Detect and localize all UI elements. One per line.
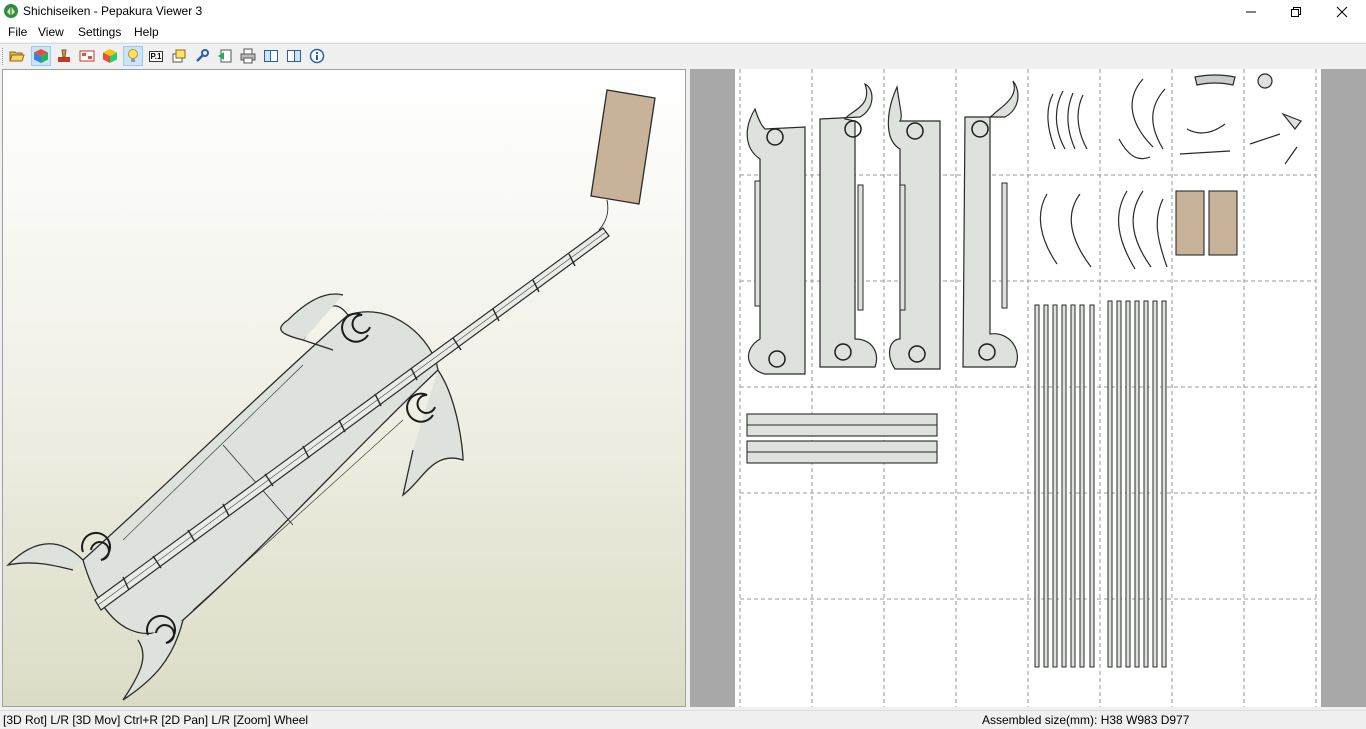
info-button[interactable]: [307, 46, 327, 66]
print-button[interactable]: [238, 46, 258, 66]
minimize-button[interactable]: [1228, 0, 1274, 23]
left-pane-button[interactable]: [261, 46, 281, 66]
toolbar: P.1: [0, 43, 1366, 69]
toolbar-grip[interactable]: [2, 48, 6, 65]
color-cube-button[interactable]: [100, 46, 120, 66]
3d-cube-icon: [34, 49, 48, 63]
3d-view-button[interactable]: [31, 46, 51, 66]
texture-icon: [58, 49, 70, 62]
texture-button[interactable]: [54, 46, 74, 66]
status-bar: [3D Rot] L/R [3D Mov] Ctrl+R [2D Pan] L/…: [0, 710, 1366, 729]
long-strip-parts: [746, 413, 938, 464]
close-icon: [1336, 6, 1348, 17]
flaps-icon: [79, 50, 95, 62]
handle-block-parts: [1175, 190, 1238, 256]
close-button[interactable]: [1319, 0, 1365, 23]
paper-sheet: [735, 69, 1321, 707]
page-number-icon: P.1: [148, 50, 164, 62]
unfold-canvas: [739, 69, 1317, 707]
menu-bar: File View Settings Help: [0, 23, 1366, 42]
menu-help[interactable]: Help: [134, 25, 159, 39]
export-button[interactable]: [215, 46, 235, 66]
color-cube-icon: [103, 49, 117, 63]
sword-handle-3d: [590, 89, 656, 231]
open-folder-icon: [9, 51, 25, 62]
info-icon: [309, 48, 325, 64]
settings-wrench-button[interactable]: [192, 46, 212, 66]
flaps-button[interactable]: [77, 46, 97, 66]
3d-model-canvas[interactable]: [3, 70, 685, 706]
window-title: Shichiseiken - Pepakura Viewer 3: [23, 4, 203, 18]
pepakura-app-icon: [3, 3, 19, 19]
status-assembled-size: Assembled size(mm): H38 W983 D977: [982, 713, 1190, 727]
print-icon: [240, 48, 256, 64]
title-bar: Shichiseiken - Pepakura Viewer 3: [0, 0, 1366, 23]
page-number-button[interactable]: P.1: [146, 46, 166, 66]
cut-lines-icon: [172, 49, 186, 63]
light-bulb-icon: [128, 49, 138, 62]
menu-file[interactable]: File: [8, 25, 27, 39]
lighting-button[interactable]: [123, 46, 143, 66]
menu-view[interactable]: View: [38, 25, 64, 39]
left-pane-icon: [264, 50, 278, 62]
status-controls-hint: [3D Rot] L/R [3D Mov] Ctrl+R [2D Pan] L/…: [3, 713, 309, 727]
export-icon: [218, 49, 232, 63]
right-pane-button[interactable]: [284, 46, 304, 66]
blade-panel-parts: [746, 80, 1019, 375]
sword-spine-3d: [94, 227, 610, 611]
restore-button[interactable]: [1273, 0, 1319, 23]
wrench-icon: [196, 49, 209, 62]
menu-settings[interactable]: Settings: [78, 25, 121, 39]
open-button[interactable]: [7, 46, 27, 66]
small-ornament-parts: [1039, 73, 1302, 270]
cut-lines-button[interactable]: [169, 46, 189, 66]
right-pane-icon: [287, 50, 301, 62]
3d-view-pane[interactable]: [2, 69, 686, 707]
2d-unfold-pane[interactable]: [690, 69, 1366, 707]
minimize-icon: [1246, 11, 1256, 12]
restore-icon: [1291, 6, 1301, 17]
